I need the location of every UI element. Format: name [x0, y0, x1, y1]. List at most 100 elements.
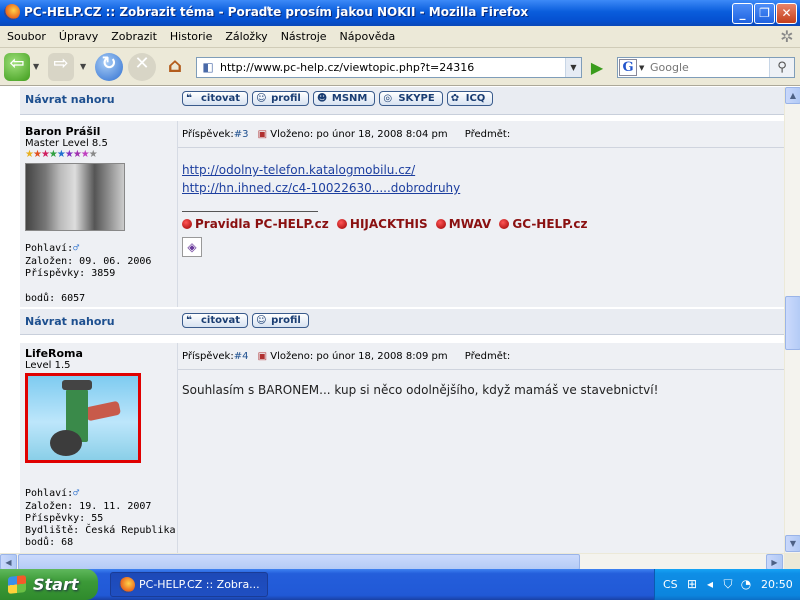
vertical-scroll-thumb[interactable] [785, 296, 800, 350]
page-favicon-icon: ◧ [202, 60, 214, 74]
icq-button[interactable]: ✿ ICQ [446, 91, 494, 106]
minimize-button[interactable]: _ [732, 3, 753, 24]
stop-button[interactable]: ✕ [128, 53, 156, 81]
scroll-up-arrow-icon[interactable]: ▲ [785, 87, 800, 104]
post-link[interactable]: http://hn.ihned.cz/c4-10022630.....dobro… [182, 179, 460, 197]
menu-soubor[interactable]: Soubor [0, 26, 52, 43]
post-permalink[interactable]: #3 [234, 129, 249, 140]
post-text: Souhlasím s BARONEM... kup si něco odoln… [182, 383, 659, 397]
author-points: bodů: 68 [25, 537, 74, 548]
maximize-button[interactable]: ❐ [754, 3, 775, 24]
back-history-dropdown-icon[interactable]: ▼ [33, 62, 39, 71]
home-button[interactable]: ⌂ [162, 53, 188, 81]
forward-history-dropdown-icon[interactable]: ▼ [80, 62, 86, 71]
menu-zalozky[interactable]: Záložky [218, 26, 273, 43]
quote-icon: ❝ [186, 315, 192, 326]
author-name[interactable]: Baron Prášil [25, 125, 100, 138]
post-doc-icon: ▣ [257, 129, 268, 140]
go-button[interactable]: ▶ [586, 57, 608, 78]
horizontal-scroll-thumb[interactable] [18, 554, 580, 570]
post-text: http://odolny-telefon.katalogmobilu.cz/ … [182, 161, 460, 197]
signature-link[interactable]: HIJACKTHIS [336, 217, 428, 231]
address-dropdown-icon[interactable]: ▼ [565, 58, 581, 77]
author-rank: Master Level 8.5 [25, 138, 108, 149]
signature-link[interactable]: Pravidla PC-HELP.cz [182, 217, 329, 231]
signature-image-icon[interactable]: ◈ [182, 237, 202, 257]
author-post-count: Příspěvky: 3859 [25, 268, 116, 279]
author-name[interactable]: LifeRoma [25, 347, 83, 360]
language-indicator[interactable]: CS [663, 578, 678, 591]
back-button[interactable]: ⇦ [4, 53, 30, 81]
profile-button[interactable]: ☺ profil [252, 91, 309, 106]
address-url[interactable]: http://www.pc-help.cz/viewtopic.php?t=24… [220, 61, 474, 74]
author-joined: Založen: 09. 06. 2006 [25, 256, 152, 267]
post-signature: Pravidla PC-HELP.cz HIJACKTHIS MWAV GC-H… [182, 217, 591, 231]
scroll-right-arrow-icon[interactable]: ▶ [766, 554, 783, 570]
forward-button[interactable]: ⇨ [48, 53, 74, 81]
post-link[interactable]: http://odolny-telefon.katalogmobilu.cz/ [182, 161, 460, 179]
menu-nastroje[interactable]: Nástroje [274, 26, 333, 43]
scroll-left-arrow-icon[interactable]: ◀ [0, 554, 17, 570]
horizontal-scrollbar[interactable]: ◀ ▶ [0, 553, 784, 570]
menu-napoveda[interactable]: Nápověda [333, 26, 402, 43]
post-footer-row: Návrat nahoru ❝ citovat ☺ profil ☻ MSNM ◎ SKYPE… [20, 87, 784, 115]
male-icon: ♂ [73, 243, 80, 254]
menu-zobrazit[interactable]: Zobrazit [104, 26, 163, 43]
skype-button[interactable]: ◎ SKYPE [379, 91, 443, 106]
quote-icon: ❝ [186, 93, 192, 104]
search-bar[interactable]: G ▼ ⚲ [617, 57, 795, 78]
profile-button[interactable]: ☺ profil [252, 313, 309, 328]
taskbar: Start PC-HELP.CZ :: Zobra... CS ⊞ ◂ ⛉ ◔ … [0, 569, 800, 600]
vertical-scrollbar[interactable]: ▲ ▼ [784, 87, 800, 553]
signature-link[interactable]: MWAV [435, 217, 491, 231]
window-title: PC-HELP.CZ :: Zobrazit téma - Poraďte pr… [24, 5, 529, 19]
taskbar-firefox-window[interactable]: PC-HELP.CZ :: Zobra... [110, 572, 268, 597]
start-button[interactable]: Start [0, 569, 98, 600]
post-date: Vloženo: po únor 18, 2008 8:04 pm [270, 129, 448, 140]
signature-link[interactable]: GC-HELP.cz [499, 217, 587, 231]
clock: 20:50 [761, 578, 793, 591]
post-action-buttons: ❝ citovat ☺ profil [182, 313, 313, 328]
shield-icon[interactable]: ⛉ [721, 577, 735, 591]
post-action-buttons: ❝ citovat ☺ profil ☻ MSNM ◎ SKYPE ✿ ICQ [182, 91, 497, 106]
close-button[interactable]: ✕ [776, 3, 797, 24]
post-author-panel: LifeRoma Level 1.5 Pohlaví:♂ Založen: 19… [20, 343, 178, 553]
address-bar[interactable]: ◧ http://www.pc-help.cz/viewtopic.php?t=… [196, 57, 582, 78]
system-tray: CS ⊞ ◂ ⛉ ◔ 20:50 [654, 569, 800, 600]
search-engine-icon[interactable]: G [619, 59, 637, 76]
search-engine-dropdown-icon[interactable]: ▼ [639, 64, 644, 72]
post-author-panel: Baron Prášil Master Level 8.5 ★★★★★★★★★ … [20, 121, 178, 307]
antivirus-icon[interactable]: ◔ [739, 577, 753, 591]
quote-button[interactable]: ❝ citovat [182, 313, 249, 328]
ladybug-icon [336, 219, 347, 229]
post-subject-label: Předmět: [464, 129, 511, 140]
window-titlebar: PC-HELP.CZ :: Zobrazit téma - Poraďte pr… [0, 0, 800, 26]
quote-button[interactable]: ❝ citovat [182, 91, 249, 106]
post-subject-label: Předmět: [464, 351, 511, 362]
back-to-top-link[interactable]: Návrat nahoru [25, 93, 115, 106]
firefox-icon [119, 577, 135, 593]
menu-historie[interactable]: Historie [163, 26, 218, 43]
back-to-top-link[interactable]: Návrat nahoru [25, 315, 115, 328]
author-gender: Pohlaví:♂ [25, 488, 80, 499]
search-input[interactable] [650, 60, 766, 75]
page-content: Návrat nahoru ❝ citovat ☺ profil ☻ MSNM ◎ SKYPE… [0, 87, 784, 553]
msnm-button[interactable]: ☻ MSNM [312, 91, 376, 106]
forum-topic: Návrat nahoru ❝ citovat ☺ profil ☻ MSNM ◎ SKYPE… [20, 87, 784, 553]
rank-stars-icon: ★★★★★★★★★ [25, 149, 98, 160]
network-icon[interactable]: ⊞ [685, 577, 699, 591]
search-icon[interactable]: ⚲ [769, 58, 794, 77]
navigation-toolbar: ⇦ ▼ ⇨ ▼ ↻ ✕ ⌂ ◧ http://www.pc-help.cz/vi… [0, 48, 800, 86]
throbber-icon: ✲ [780, 27, 794, 46]
menu-bar: Soubor Úpravy Zobrazit Historie Záložky Nástr… [0, 26, 800, 48]
menu-upravy[interactable]: Úpravy [52, 26, 104, 43]
signature-divider [182, 211, 318, 212]
post-date: Vloženo: po únor 18, 2008 8:09 pm [270, 351, 448, 362]
firefox-icon [4, 4, 20, 20]
post-permalink[interactable]: #4 [234, 351, 249, 362]
scroll-down-arrow-icon[interactable]: ▼ [785, 535, 800, 552]
volume-icon[interactable]: ◂ [703, 577, 717, 591]
forum-post: Baron Prášil Master Level 8.5 ★★★★★★★★★ … [20, 121, 784, 307]
reload-button[interactable]: ↻ [95, 53, 123, 81]
user-icon: ☺ [256, 93, 267, 104]
